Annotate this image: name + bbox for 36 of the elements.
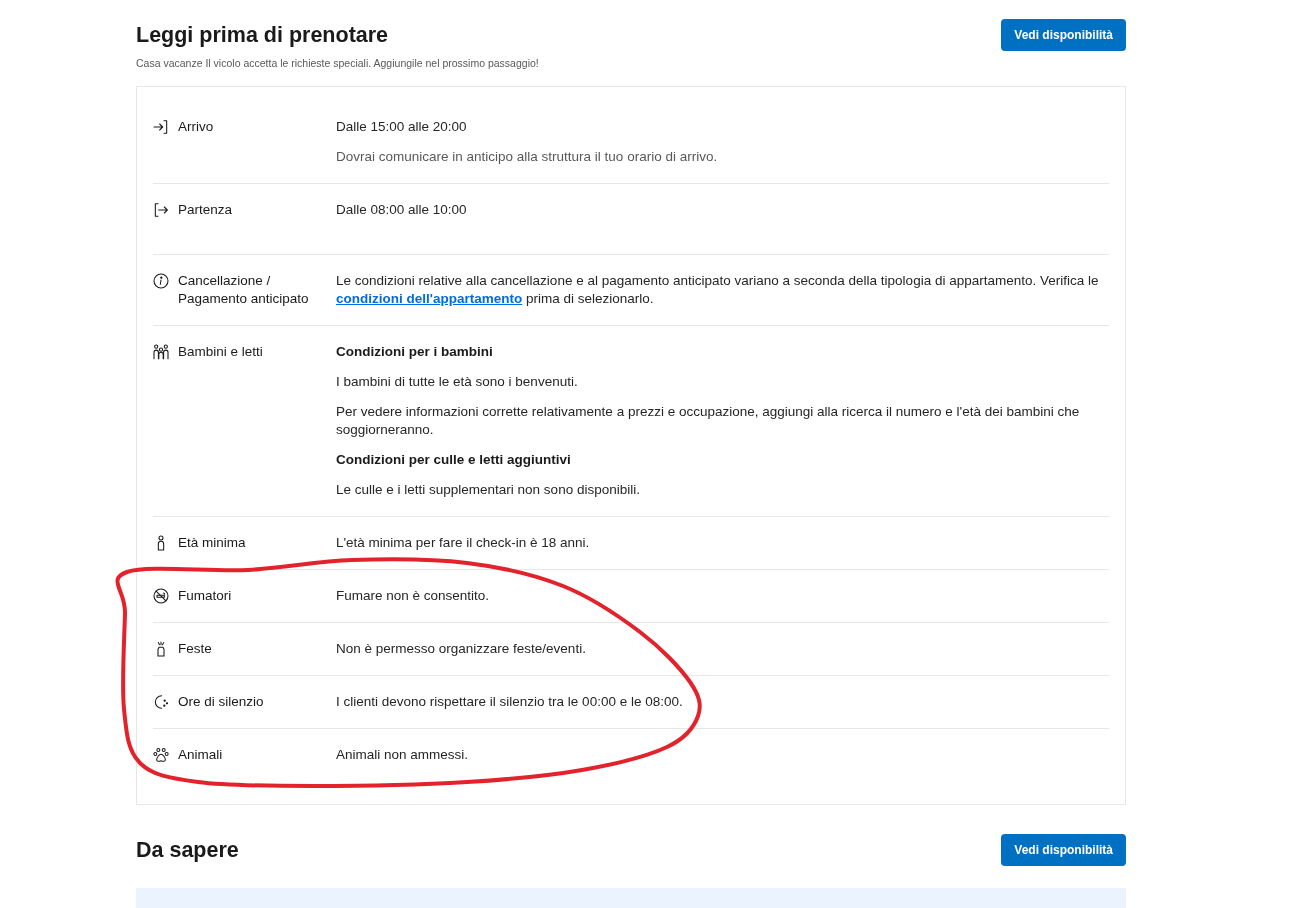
policy-label: Feste [178,640,213,658]
policy-text: Per vedere informazioni corrette relativamente a prezzi e occupazione, aggiungi alla ricerca il numero e l'età dei bambini che soggiorneranno. [336,403,1081,439]
policy-label: Bambini e letti [178,343,264,361]
arrow-into-bracket-icon [153,119,169,135]
policy-text: Le condizioni relative alla cancellazione e al pagamento anticipato variano a seconda della tipologia di appartamento. Verifica le condizioni dell'appartamento prima di selezionarlo. [336,272,1100,308]
policy-heading: Condizioni per i bambini [336,343,494,361]
policy-label: Partenza [178,201,234,219]
policy-text: Non è permesso organizzare feste/eventi. [336,640,587,658]
policy-label: Età minima [178,534,247,552]
policy-label: Animali [178,746,224,764]
section-title: Da sapere [136,837,239,864]
policy-text: Dalle 15:00 alle 20:00 [336,118,468,136]
info-icon [153,273,169,289]
policy-text: I bambini di tutte le età sono i benvenuti. [336,373,579,391]
policy-text: Animali non ammessi. [336,746,470,764]
policy-text: Fumare non è consentito. [336,587,491,605]
policy-label: Ore di silenzio [178,693,265,711]
section-title: Leggi prima di prenotare [136,22,390,49]
policy-text: Dovrai comunicare in anticipo alla struttura il tuo orario di arrivo. [336,148,719,166]
policy-label: Cancellazione / Pagamento anticipato [178,272,310,308]
policy-text: I clienti devono rispettare il silenzio tra le 00:00 e le 08:00. [336,693,684,711]
policy-text: L'età minima per fare il check-in è 18 anni. [336,534,591,552]
section-subtitle: Casa vacanze Il vicolo accetta le richieste speciali. Aggiungile nel prossimo passaggio! [136,56,539,71]
conditions-link[interactable]: condizioni dell'appartamento [336,291,523,306]
policy-label: Arrivo [178,118,215,136]
availability-button[interactable]: Vedi disponibilità [1001,834,1126,866]
no-smoking-icon [153,588,169,604]
availability-button[interactable]: Vedi disponibilità [1001,19,1126,51]
people-icon [153,344,169,360]
policy-label: Fumatori [178,587,233,605]
policy-text: Le culle e i letti supplementari non sono disponibili. [336,481,641,499]
policy-heading: Condizioni per culle e letti aggiuntivi [336,451,572,469]
arrow-out-of-bracket-icon [153,202,169,218]
policy-text: Dalle 08:00 alle 10:00 [336,201,468,219]
moon-icon [153,694,169,710]
paw-icon [153,747,169,763]
